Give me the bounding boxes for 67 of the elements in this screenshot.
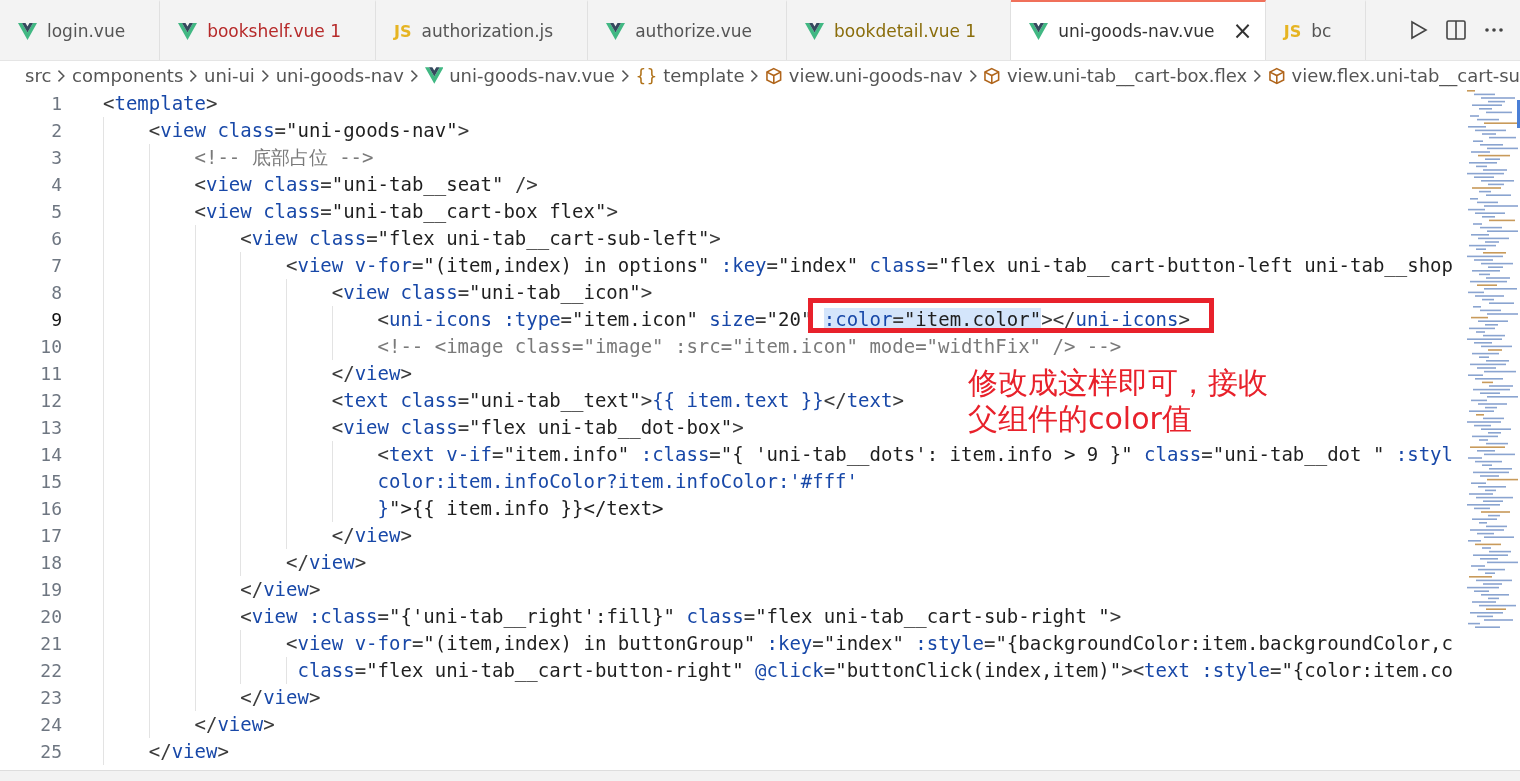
more-icon[interactable] [1484, 27, 1504, 33]
line-number: 9 [50, 308, 62, 332]
chevron-right-icon [1253, 68, 1262, 83]
line-number: 12 [39, 389, 62, 413]
line-number: 4 [50, 173, 62, 197]
line-number: 14 [39, 443, 62, 467]
line-number: 5 [50, 200, 62, 224]
editor-tab[interactable]: uni-goods-nav.vue × [1011, 0, 1266, 60]
breadcrumb-item[interactable]: template [663, 65, 745, 86]
line-number: 20 [39, 605, 62, 629]
line-number: 21 [39, 632, 62, 656]
line-number: 6 [50, 227, 62, 251]
close-icon[interactable]: × [1232, 19, 1253, 43]
line-number: 10 [39, 335, 62, 359]
breadcrumb-item[interactable]: view.uni-goods-nav [788, 65, 963, 86]
tab-label: bookshelf.vue 1 [207, 21, 342, 41]
line-number: 25 [39, 740, 62, 764]
annotation-text: 修改成这样即可，接收 父组件的color值 [968, 365, 1268, 437]
line-number: 11 [39, 362, 62, 386]
line-number: 16 [39, 497, 62, 521]
cube-icon [983, 66, 1001, 85]
chevron-right-icon [260, 68, 270, 83]
cube-icon [765, 66, 783, 85]
tab-label: login.vue [47, 21, 126, 41]
chevron-right-icon [409, 68, 419, 83]
line-number: 13 [39, 416, 62, 440]
tab-label: authorize.vue [635, 21, 752, 41]
js-file-icon: JS [394, 21, 412, 41]
line-number: 7 [50, 254, 62, 278]
breadcrumb-item[interactable]: uni-goods-nav.vue [449, 65, 615, 86]
tab-label: bookdetail.vue 1 [834, 21, 977, 41]
vue-logo-icon [606, 22, 626, 40]
line-number: 2 [50, 119, 62, 143]
tab-label: authorization.js [421, 21, 554, 41]
braces-icon: {} [635, 65, 658, 86]
js-file-icon: JS [1283, 21, 1302, 41]
chevron-right-icon [750, 68, 760, 83]
chevron-right-icon [620, 68, 630, 83]
split-editor-icon[interactable] [1446, 20, 1466, 40]
run-icon[interactable] [1410, 20, 1428, 40]
breadcrumb-item[interactable]: components [72, 65, 184, 86]
vue-logo-icon [18, 22, 37, 40]
line-number: 1 [50, 92, 62, 116]
line-number: 8 [50, 281, 62, 305]
breadcrumb-item[interactable]: view.flex.uni-tab__cart-su [1291, 65, 1520, 86]
chevron-right-icon [189, 68, 199, 83]
breadcrumb-item[interactable]: view.uni-tab__cart-box.flex [1006, 65, 1248, 86]
line-number: 15 [39, 470, 62, 494]
breadcrumb-item[interactable]: uni-goods-nav [275, 65, 404, 86]
vue-logo-icon [424, 67, 444, 84]
line-number: 23 [39, 686, 62, 710]
line-number: 22 [39, 659, 62, 683]
vue-logo-icon [178, 22, 198, 40]
tab-label: bc [1311, 21, 1332, 41]
vue-logo-icon [1029, 22, 1049, 40]
line-number: 17 [39, 524, 62, 548]
tab-label: uni-goods-nav.vue [1058, 21, 1215, 41]
line-number: 24 [39, 713, 62, 737]
line-number: 3 [50, 146, 62, 170]
cube-icon [1267, 66, 1286, 85]
line-number: 19 [39, 578, 62, 602]
breadcrumb-item[interactable]: uni-ui [204, 65, 255, 86]
chevron-right-icon [57, 68, 67, 83]
vue-logo-icon [805, 22, 824, 40]
breadcrumb-item[interactable]: src [25, 65, 52, 86]
chevron-right-icon [968, 68, 978, 83]
line-number: 18 [39, 551, 62, 575]
